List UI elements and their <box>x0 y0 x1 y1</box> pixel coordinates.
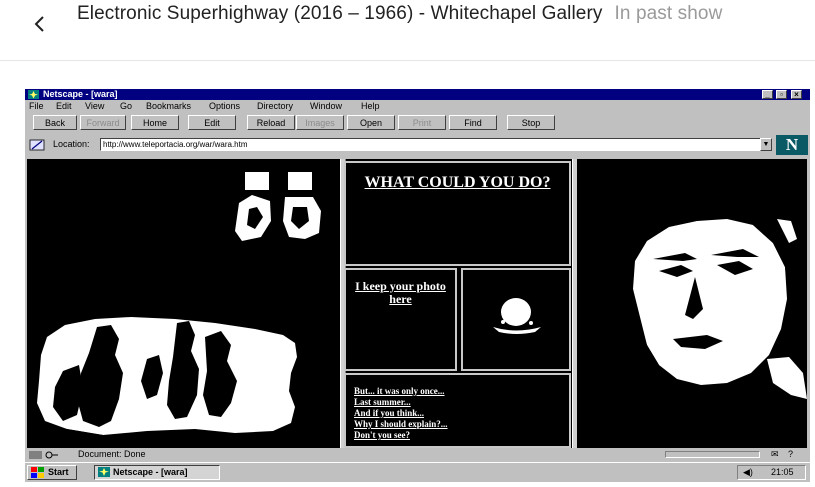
frame-left-soldiers <box>27 159 340 448</box>
menu-help[interactable]: Help <box>361 100 380 113</box>
open-button[interactable]: Open <box>347 115 395 130</box>
find-button[interactable]: Find <box>449 115 497 130</box>
forward-button[interactable]: Forward <box>80 115 126 130</box>
menu-file[interactable]: File <box>29 100 44 113</box>
close-button[interactable]: × <box>791 90 802 99</box>
location-label: Location: <box>53 139 90 149</box>
security-key-icon <box>29 451 58 459</box>
menu-go[interactable]: Go <box>120 100 132 113</box>
help-icon[interactable]: ? <box>788 448 793 461</box>
print-button[interactable]: Print <box>398 115 446 130</box>
netscape-task-icon <box>98 467 110 477</box>
menu-view[interactable]: View <box>85 100 104 113</box>
url-dropdown-icon[interactable]: ▼ <box>760 138 772 151</box>
home-button[interactable]: Home <box>131 115 179 130</box>
chevron-left-icon <box>34 16 44 32</box>
navigation-toolbar: Back Forward Home Edit Reload Images Ope… <box>25 114 810 132</box>
minimize-button[interactable]: _ <box>762 90 773 99</box>
what-could-you-do-link[interactable]: WHAT COULD YOU DO? <box>346 174 569 191</box>
windows-logo-icon <box>31 467 44 478</box>
menu-bar: File Edit View Go Bookmarks Options Dire… <box>25 100 810 113</box>
start-button[interactable]: Start <box>27 465 77 480</box>
menu-options[interactable]: Options <box>209 100 240 113</box>
questions-frame: But... it was only once... Last summer..… <box>344 373 571 448</box>
menu-directory[interactable]: Directory <box>257 100 293 113</box>
back-nav-button[interactable]: Back <box>33 115 77 130</box>
exhibition-title: Electronic Superhighway (2016 – 1966) - … <box>77 3 603 24</box>
woman-portrait-photo[interactable] <box>577 159 807 448</box>
status-bar: Document: Done ✉ ? <box>25 448 810 461</box>
artwork-screenshot: Netscape - [wara] _ ▫ × File Edit View G… <box>25 89 810 482</box>
menu-bookmarks[interactable]: Bookmarks <box>146 100 191 113</box>
netscape-logo-icon <box>28 90 39 99</box>
menu-window[interactable]: Window <box>310 100 342 113</box>
reload-button[interactable]: Reload <box>247 115 295 130</box>
frame-right-portrait <box>577 159 807 448</box>
back-button[interactable] <box>26 10 54 38</box>
edit-button[interactable]: Edit <box>188 115 236 130</box>
speaker-icon[interactable]: ◀) <box>743 466 753 479</box>
progress-meter <box>665 451 760 458</box>
window-titlebar: Netscape - [wara] _ ▫ × <box>25 89 810 100</box>
windows-taskbar: Start Netscape - [wara] ◀) 21:05 <box>25 462 810 482</box>
location-bar: Location: http://www.teleportacia.org/wa… <box>25 135 810 155</box>
mail-icon[interactable]: ✉ <box>771 448 779 461</box>
window-title: Netscape - [wara] <box>43 89 118 99</box>
question-link[interactable]: Last summer... <box>354 397 564 408</box>
bookmark-location-icon[interactable] <box>29 138 45 152</box>
question-link[interactable]: Why I should explain?... <box>354 419 564 430</box>
web-page-frames: WHAT COULD YOU DO? I keep your photo her… <box>27 159 807 448</box>
system-tray: ◀) 21:05 <box>737 465 806 480</box>
clock: 21:05 <box>771 467 794 477</box>
glowing-cup-photo[interactable] <box>463 270 569 369</box>
questions-list: But... it was only once... Last summer..… <box>354 386 564 441</box>
menu-edit[interactable]: Edit <box>56 100 72 113</box>
show-status: In past show <box>614 3 723 24</box>
task-label: Netscape - [wara] <box>113 467 188 477</box>
images-button[interactable]: Images <box>296 115 344 130</box>
keep-photo-link[interactable]: I keep your photo here <box>350 280 451 306</box>
status-text: Document: Done <box>78 449 146 459</box>
soldiers-photo[interactable] <box>27 159 340 448</box>
stop-button[interactable]: Stop <box>507 115 555 130</box>
question-link[interactable]: Don't you see? <box>354 430 564 441</box>
heading-frame: WHAT COULD YOU DO? <box>344 161 571 266</box>
page-title: Electronic Superhighway (2016 – 1966) - … <box>77 4 807 23</box>
question-link[interactable]: And if you think... <box>354 408 564 419</box>
app-header: Electronic Superhighway (2016 – 1966) - … <box>0 0 815 61</box>
netscape-n-logo: N <box>776 135 808 155</box>
question-link[interactable]: But... it was only once... <box>354 386 564 397</box>
cup-photo-frame <box>461 268 571 371</box>
url-field[interactable]: http://www.teleportacia.org/war/wara.htm <box>100 138 761 151</box>
start-label: Start <box>48 467 69 477</box>
photo-link-frame: I keep your photo here <box>344 268 457 371</box>
taskbar-netscape-button[interactable]: Netscape - [wara] <box>94 465 220 480</box>
restore-button[interactable]: ▫ <box>776 90 787 99</box>
